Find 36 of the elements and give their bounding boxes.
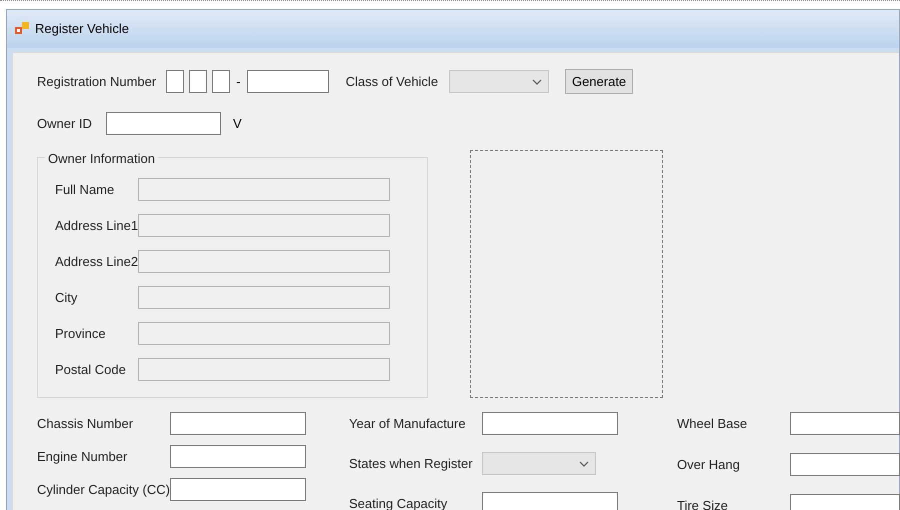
text-field[interactable] (482, 412, 618, 435)
field-label: Province (55, 324, 107, 343)
text-field[interactable] (482, 492, 618, 510)
field-label: Class of Vehicle (346, 72, 438, 91)
text-field[interactable] (246, 70, 329, 93)
field-label: Owner ID (37, 114, 93, 133)
text-field[interactable] (170, 445, 306, 468)
text-field[interactable] (189, 70, 208, 93)
generate-button[interactable]: Generate (565, 69, 634, 94)
text-field[interactable] (212, 70, 230, 93)
suffix-label: V (233, 114, 242, 133)
field-label: Registration Number (37, 72, 156, 91)
field-label: Address Line2 (55, 252, 138, 271)
field-label: Postal Code (55, 360, 127, 379)
field-label: Tire Size (677, 496, 729, 510)
field-label: States when Register (349, 454, 474, 473)
text-field[interactable] (790, 412, 900, 435)
field-label: Engine Number (37, 448, 128, 466)
chevron-down-icon (579, 460, 589, 466)
separator: - (236, 72, 241, 91)
text-field[interactable] (170, 412, 306, 435)
window-title: Register Vehicle (35, 20, 129, 38)
field-label: Cylinder Capacity (CC) (37, 480, 170, 499)
app-icon (15, 22, 29, 36)
field-label: Year of Manufacture (349, 414, 467, 433)
field-label: Over Hang (677, 456, 741, 474)
field-label: City (55, 288, 78, 307)
text-field[interactable] (166, 70, 184, 93)
field-label: Wheel Base (677, 414, 748, 433)
chevron-down-icon (532, 78, 542, 84)
text-field[interactable] (170, 478, 306, 501)
field-label: Full Name (55, 180, 116, 199)
text-field[interactable] (106, 112, 221, 135)
field-label: Chassis Number (37, 414, 134, 433)
text-field[interactable] (790, 453, 900, 476)
field-label: Address Line1 (55, 216, 138, 235)
